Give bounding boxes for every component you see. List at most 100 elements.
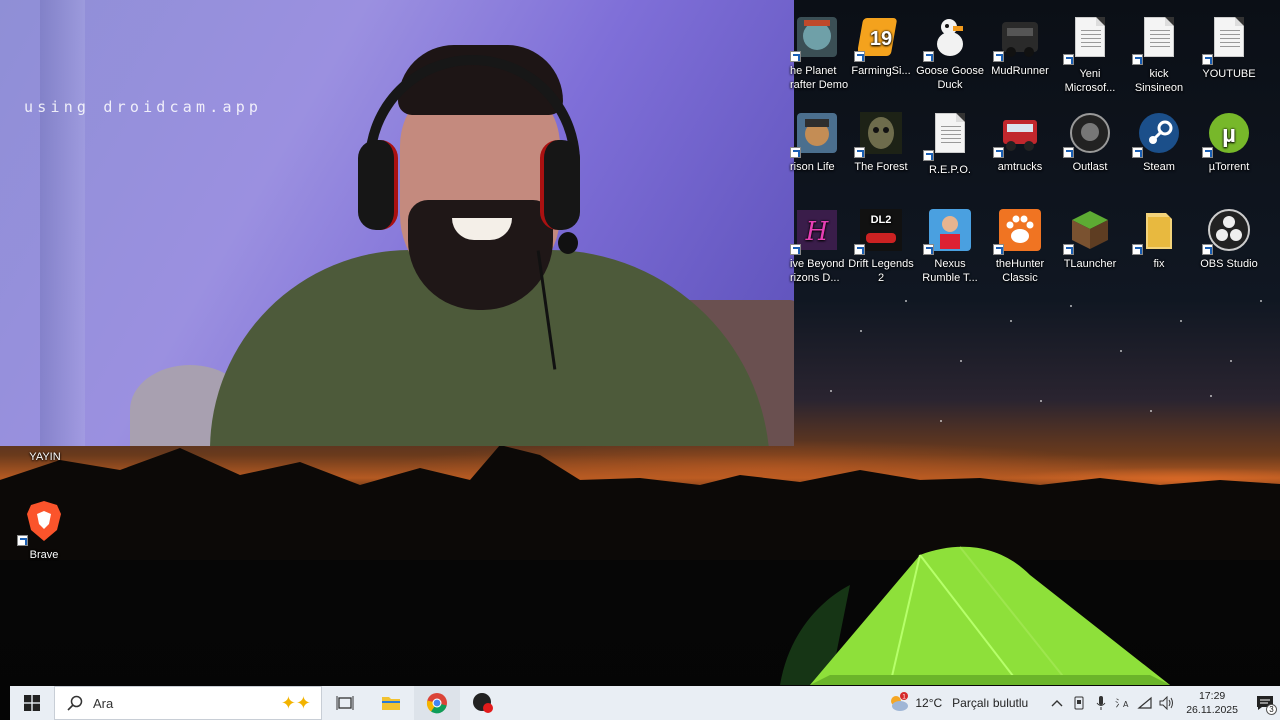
system-clock[interactable]: 17:29 26.11.2025	[1186, 689, 1238, 717]
obs-icon	[1202, 207, 1252, 255]
droidcam-watermark: using droidcam.app	[24, 98, 263, 116]
goose-icon	[923, 14, 973, 62]
desktop-icon-label: fix	[1153, 258, 1165, 270]
volume-icon[interactable]	[1156, 686, 1178, 720]
desktop-icon-yeni-microsoft[interactable]: Yeni Microsof...	[1055, 14, 1125, 95]
svg-text:H: H	[805, 217, 830, 247]
desktop-icon-steam[interactable]: Steam	[1124, 110, 1194, 174]
desktop-icon-label: Drift Legends 2	[848, 258, 914, 284]
taskbar: Ara ✦✦ 1 12°C Parçalı bulutlu 氵 A 17:29 …	[10, 686, 1280, 720]
desktop-icon-repo-file[interactable]: R.E.P.O.	[915, 110, 985, 177]
weather-widget[interactable]: 1 12°C Parçalı bulutlu	[887, 692, 1028, 714]
folder-icon	[382, 697, 400, 710]
desktop-icon-kick-sinsineon[interactable]: kick Sinsineon	[1124, 14, 1194, 95]
desktop-icon-amtrucks[interactable]: amtrucks	[985, 110, 1055, 174]
desktop-icon-label: he Planet rafter Demo	[790, 65, 849, 91]
desktop-icon-label: amtrucks	[997, 161, 1043, 173]
file-explorer-button[interactable]	[368, 686, 414, 720]
outlast-icon	[1063, 110, 1113, 158]
document-icon	[923, 113, 973, 161]
weather-cloud-icon: 1	[887, 692, 909, 714]
clock-date: 26.11.2025	[1186, 704, 1238, 716]
planet-crafter-icon	[790, 14, 840, 62]
svg-text:DL2: DL2	[871, 214, 892, 226]
device-tray-icon[interactable]	[1068, 686, 1090, 720]
svg-text:A: A	[1123, 700, 1129, 709]
desktop-icon-label: Outlast	[1072, 161, 1108, 173]
desktop-icon-drift-legends-2[interactable]: DL2 Drift Legends 2	[846, 207, 916, 285]
recorder-app-button[interactable]	[460, 686, 506, 720]
record-icon	[473, 693, 493, 713]
desktop-icon-tlauncher[interactable]: TLauncher	[1055, 207, 1125, 271]
prison-life-icon	[790, 110, 840, 158]
document-icon	[1063, 17, 1113, 65]
chrome-icon	[426, 693, 447, 714]
desktop-icon-farming-simulator[interactable]: 19 FarmingSi...	[846, 14, 916, 78]
desktop-icon-label: Nexus Rumble T...	[922, 258, 978, 284]
notification-count-badge: 3	[1266, 704, 1277, 715]
american-truck-icon	[993, 110, 1043, 158]
drift-legends-icon: DL2	[854, 207, 904, 255]
grass-block-icon	[1063, 207, 1113, 255]
desktop-icon-youtube-file[interactable]: YOUTUBE	[1194, 14, 1264, 81]
weather-condition: Parçalı bulutlu	[952, 696, 1029, 710]
desktop-icon-label: OBS Studio	[1200, 258, 1258, 270]
desktop-icon-label: Steam	[1143, 161, 1175, 173]
svg-text:µ: µ	[1222, 121, 1236, 148]
task-view-icon	[336, 696, 354, 710]
desktop-icon-yayin[interactable]: YAYIN	[10, 450, 80, 464]
desktop-icon-brave[interactable]: Brave	[9, 498, 79, 562]
desktop-icon-label: FarmingSi...	[851, 65, 911, 77]
system-tray: 1 12°C Parçalı bulutlu 氵A 17:29 26.11.20…	[887, 686, 1280, 720]
desktop-icon-fix-folder[interactable]: fix	[1124, 207, 1194, 271]
search-placeholder: Ara	[93, 695, 114, 711]
desktop-icon-label: kick Sinsineon	[1134, 68, 1184, 94]
input-language-icon[interactable]: 氵A	[1112, 686, 1134, 720]
folder-icon	[1132, 207, 1182, 255]
notification-center-button[interactable]: 3	[1250, 686, 1280, 720]
document-icon	[1132, 17, 1182, 65]
svg-text:19: 19	[870, 28, 892, 50]
windows-icon	[24, 695, 40, 711]
microphone-icon[interactable]	[1090, 686, 1112, 720]
desktop-icon-label: The Forest	[854, 161, 908, 173]
desktop-icon-the-planet-crafter-demo[interactable]: he Planet rafter Demo	[780, 14, 850, 92]
desktop-icon-label: rison Life	[790, 161, 835, 173]
desktop-icon-label: Brave	[29, 549, 59, 561]
task-view-button[interactable]	[322, 686, 368, 720]
desktop-icon-nexus-rumble[interactable]: Nexus Rumble T...	[915, 207, 985, 285]
desktop-icon-label: Yeni Microsof...	[1064, 68, 1116, 94]
forest-mask-icon	[854, 110, 904, 158]
brave-lion-icon	[17, 498, 67, 546]
chrome-button[interactable]	[414, 686, 460, 720]
weather-alert-badge: 1	[903, 694, 907, 701]
desktop-icon-label: ive Beyond rizons D...	[790, 258, 845, 284]
desktop-icon-mudrunner[interactable]: MudRunner	[985, 14, 1055, 78]
weather-temperature: 12°C	[915, 696, 943, 710]
desktop-icon-the-forest[interactable]: The Forest	[846, 110, 916, 174]
show-hidden-icons-chevron[interactable]	[1046, 686, 1068, 720]
desktop-icon-prison-life[interactable]: rison Life	[780, 110, 850, 174]
wifi-icon[interactable]	[1134, 686, 1156, 720]
desktop-icon-outlast[interactable]: Outlast	[1055, 110, 1125, 174]
green-tent	[780, 546, 1170, 685]
clock-time: 17:29	[1198, 690, 1226, 702]
utorrent-icon: µ	[1202, 110, 1252, 158]
desktop-icon-label: MudRunner	[991, 65, 1049, 77]
document-icon	[1202, 17, 1252, 65]
taskbar-search-box[interactable]: Ara ✦✦	[54, 686, 322, 720]
desktop-icon-drive-beyond-horizons[interactable]: Hive Beyond rizons D...	[780, 207, 850, 285]
desktop-icon-label: TLauncher	[1063, 258, 1117, 270]
copilot-sparkle-icon: ✦✦	[280, 693, 311, 713]
start-button[interactable]	[10, 686, 54, 720]
webcam-overlay: using droidcam.app	[0, 0, 794, 446]
desktop-icon-obs-studio[interactable]: OBS Studio	[1194, 207, 1264, 271]
desktop-icon-label: R.E.P.O.	[929, 164, 971, 176]
paw-icon	[993, 207, 1043, 255]
desktop-icon-label: YAYIN	[29, 451, 61, 463]
drive-beyond-icon: H	[790, 207, 840, 255]
desktop-icon-utorrent[interactable]: µ µTorrent	[1194, 110, 1264, 174]
desktop-icon-label: YOUTUBE	[1202, 68, 1256, 80]
desktop-icon-thehunter-classic[interactable]: theHunter Classic	[985, 207, 1055, 285]
desktop-icon-goose-goose-duck[interactable]: Goose Goose Duck	[915, 14, 985, 92]
